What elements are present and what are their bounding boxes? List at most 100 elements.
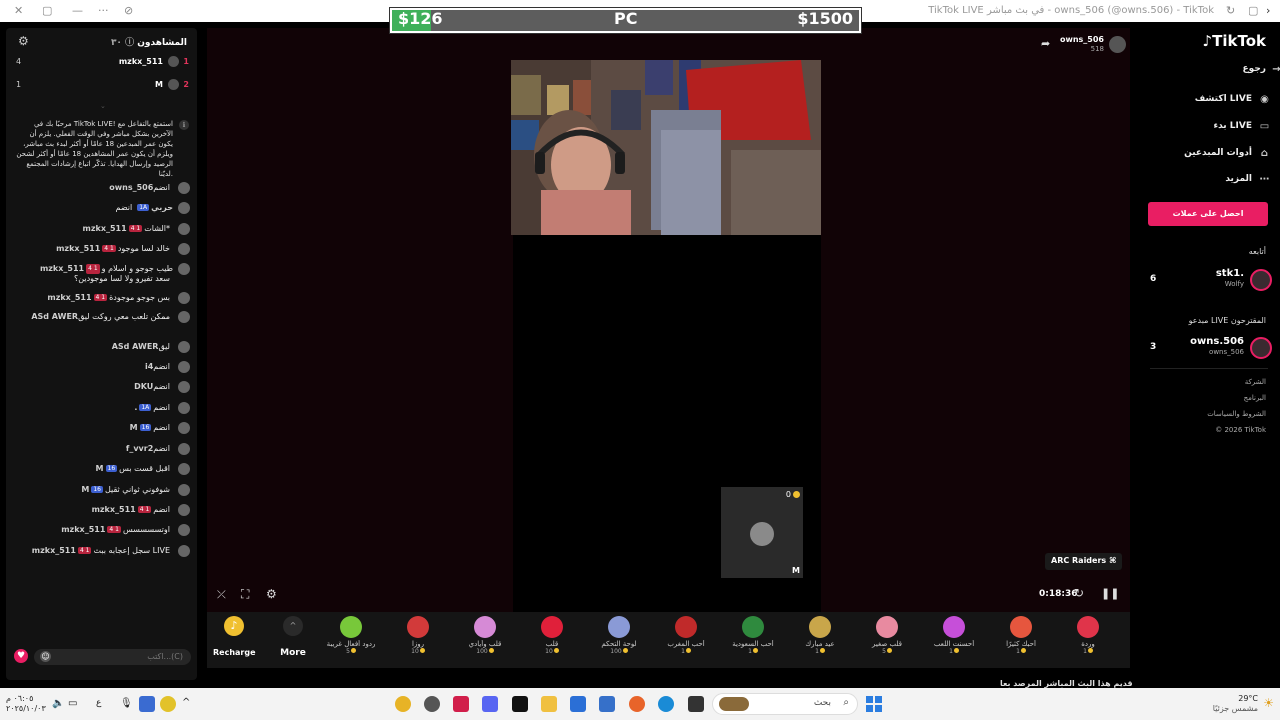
gift-item[interactable]: أحسنت اللعب 1 — [924, 616, 984, 655]
chat-message[interactable]: DKUانضم — [10, 380, 191, 396]
network-icon[interactable]: ▭ — [68, 698, 77, 709]
gift-item[interactable]: قلب وأيادي 100 — [455, 616, 515, 655]
gift-item[interactable]: وردة 1 — [1058, 616, 1118, 655]
app-icon[interactable] — [688, 696, 704, 712]
start-icon[interactable] — [866, 696, 882, 712]
back-link[interactable]: رجوع → — [1243, 64, 1280, 75]
get-coins-button[interactable]: احصل على عملات — [1148, 202, 1268, 226]
chat-message[interactable]: i4انضم — [10, 360, 191, 376]
footer-link[interactable]: © 2026 TikTok — [1215, 426, 1266, 434]
chat-message[interactable]: mzkx_511 4 1 بس جوجو موجودة — [10, 291, 191, 307]
settings-icon[interactable]: ⚙ — [266, 587, 277, 601]
chrome-icon[interactable] — [395, 696, 411, 712]
store-icon[interactable] — [599, 696, 615, 712]
chat-username[interactable]: mzkx_511 — [56, 244, 100, 253]
sidebar-item[interactable]: اكتشف LIVE ◉ — [1195, 94, 1269, 105]
browser-icon[interactable] — [629, 696, 645, 712]
like-heart-icon[interactable]: ♥ — [14, 649, 28, 663]
creator-item[interactable]: 6 stk1. Wolfy — [1148, 268, 1272, 294]
microphone-icon[interactable]: 🎙 — [120, 698, 133, 709]
top-viewer-row[interactable]: 1 2 M — [14, 78, 189, 92]
chat-username[interactable]: ASd AWER — [31, 312, 78, 321]
tiktok-logo[interactable]: ♪TikTok — [1203, 32, 1266, 50]
chat-message[interactable]: mzkx_511 4 1 اوتسسسسس — [10, 523, 191, 539]
volume-icon[interactable]: ⤫ — [217, 588, 226, 602]
chat-username[interactable]: mzkx_511 — [83, 224, 127, 233]
reload-icon[interactable]: ↻ — [1226, 4, 1235, 17]
chat-message[interactable]: حربي1A انضم — [10, 201, 191, 217]
emoji-icon[interactable]: ☺ — [40, 651, 51, 662]
obs-icon[interactable] — [424, 696, 440, 712]
weather-widget[interactable]: 29°C مشمس جزئيًا — [1213, 694, 1258, 714]
share-icon[interactable]: ➦ — [1041, 37, 1050, 50]
extension-icon[interactable]: ⊘ — [124, 4, 133, 17]
minimize-icon[interactable]: — — [72, 4, 83, 17]
chat-username[interactable]: DKU — [134, 382, 153, 391]
chat-input[interactable]: ☺ اكتب...(C) — [34, 649, 191, 665]
mail-icon[interactable] — [570, 696, 586, 712]
viewers-header[interactable]: ٣٠ ⓘ المشاهدون — [111, 35, 187, 48]
chat-message[interactable]: ASd AWERليق — [10, 340, 191, 356]
edge-icon[interactable] — [658, 696, 674, 712]
gift-item[interactable]: قلب صغير 5 — [857, 616, 917, 655]
chat-message[interactable]: . 1A انضم — [10, 401, 191, 417]
chat-username[interactable]: M — [130, 423, 138, 432]
footer-link[interactable]: البرنامج — [1244, 394, 1266, 402]
recharge-button[interactable]: ♪ Recharge — [213, 616, 256, 659]
chat-message[interactable]: M 16 شوفوني ثواني ثقيل — [10, 483, 191, 499]
sidebar-item[interactable]: أدوات المبدعين ⌂ — [1184, 148, 1268, 159]
footer-link[interactable]: الشركة — [1245, 378, 1266, 386]
tiktok-studio-icon[interactable] — [453, 696, 469, 712]
chat-message[interactable]: mzkx_511 4 1 الشات* — [10, 222, 191, 238]
creator-item[interactable]: 3 owns.506 owns_506 — [1148, 336, 1272, 362]
chat-username[interactable]: owns_506 — [109, 183, 153, 192]
tray-app-icon[interactable] — [139, 696, 155, 712]
chat-username[interactable]: M — [96, 464, 104, 473]
sidebar-item[interactable]: المزيد ⋯ — [1225, 174, 1269, 185]
gift-item[interactable]: أحبك كثيرًا 1 — [991, 616, 1051, 655]
menu-icon[interactable]: ··· — [98, 4, 109, 17]
chat-username[interactable]: mzkx_511 — [92, 505, 136, 514]
close-icon[interactable]: ✕ — [14, 4, 23, 17]
more-gifts-button[interactable]: ^ More — [273, 616, 313, 659]
gift-item[interactable]: أحب المغرب 1 — [656, 616, 716, 655]
chat-username[interactable]: mzkx_511 — [47, 293, 91, 302]
gift-item[interactable]: عيد مبارك 1 — [790, 616, 850, 655]
chat-username[interactable]: mzkx_511 — [32, 546, 76, 555]
chat-message[interactable]: f_vvr2انضم — [10, 442, 191, 458]
tray-app-icon[interactable] — [160, 696, 176, 712]
gift-item[interactable]: لوحة التحكم 100 — [589, 616, 649, 655]
gift-item[interactable]: قلب 10 — [522, 616, 582, 655]
chat-message[interactable]: ASd AWERممكن تلعب معي روكت ليق — [10, 310, 191, 326]
clock[interactable]: ٠٦:٠٥ م ٢٠٢٥/١٠/٠٣ — [6, 694, 46, 714]
search-box[interactable]: بحث ⌕ — [712, 693, 858, 715]
chat-message[interactable]: owns_506انضم — [10, 181, 191, 197]
chat-message[interactable]: mzkx_511 4 1 انضم — [10, 503, 191, 519]
gift-item[interactable]: ردود أفعال غريبة 5 — [321, 616, 381, 655]
refresh-icon[interactable]: ↻ — [1074, 586, 1084, 600]
chat-message[interactable]: mzkx_511 4 1 خالد لسا موجود — [10, 242, 191, 258]
pause-icon[interactable]: ❚❚ — [1101, 587, 1119, 600]
chat-message[interactable]: mzkx_511 4 1 طيب جوجو و اسلام و سعد تفيرو … — [10, 262, 191, 288]
gift-item[interactable]: روزا 10 — [388, 616, 448, 655]
chat-username[interactable]: f_vvr2 — [126, 444, 153, 453]
chat-username[interactable]: mzkx_511 — [61, 525, 105, 534]
volume-icon[interactable]: 🔈 — [52, 698, 64, 709]
chat-username[interactable]: . — [134, 403, 137, 412]
chat-message[interactable]: mzkx_511 4 1 سجل إعجابه ببث LIVE — [10, 544, 191, 560]
chat-username[interactable]: mzkx_511 — [40, 264, 84, 273]
chat-username[interactable]: M — [81, 485, 89, 494]
chat-username[interactable]: حربي — [151, 203, 173, 212]
chat-settings-icon[interactable]: ⚙ — [18, 34, 29, 48]
chat-username[interactable]: ASd AWER — [112, 342, 159, 351]
fullscreen-icon[interactable]: ⛶ — [241, 587, 249, 602]
file-explorer-icon[interactable] — [541, 696, 557, 712]
game-tag[interactable]: ARC Raiders ⌘ — [1045, 553, 1123, 570]
sidebar-item[interactable]: بدء LIVE ▭ — [1213, 121, 1269, 132]
maximize-icon[interactable]: ▢ — [42, 4, 52, 17]
footer-link[interactable]: الشروط والسياسات — [1207, 410, 1266, 418]
chevron-up-icon[interactable]: ^ — [182, 697, 190, 708]
top-viewer-row[interactable]: 4 1 mzkx_511 — [14, 55, 189, 69]
gift-item[interactable]: أحب السعودية 1 — [723, 616, 783, 655]
host-info[interactable]: owns_506 518 — [1060, 34, 1126, 54]
